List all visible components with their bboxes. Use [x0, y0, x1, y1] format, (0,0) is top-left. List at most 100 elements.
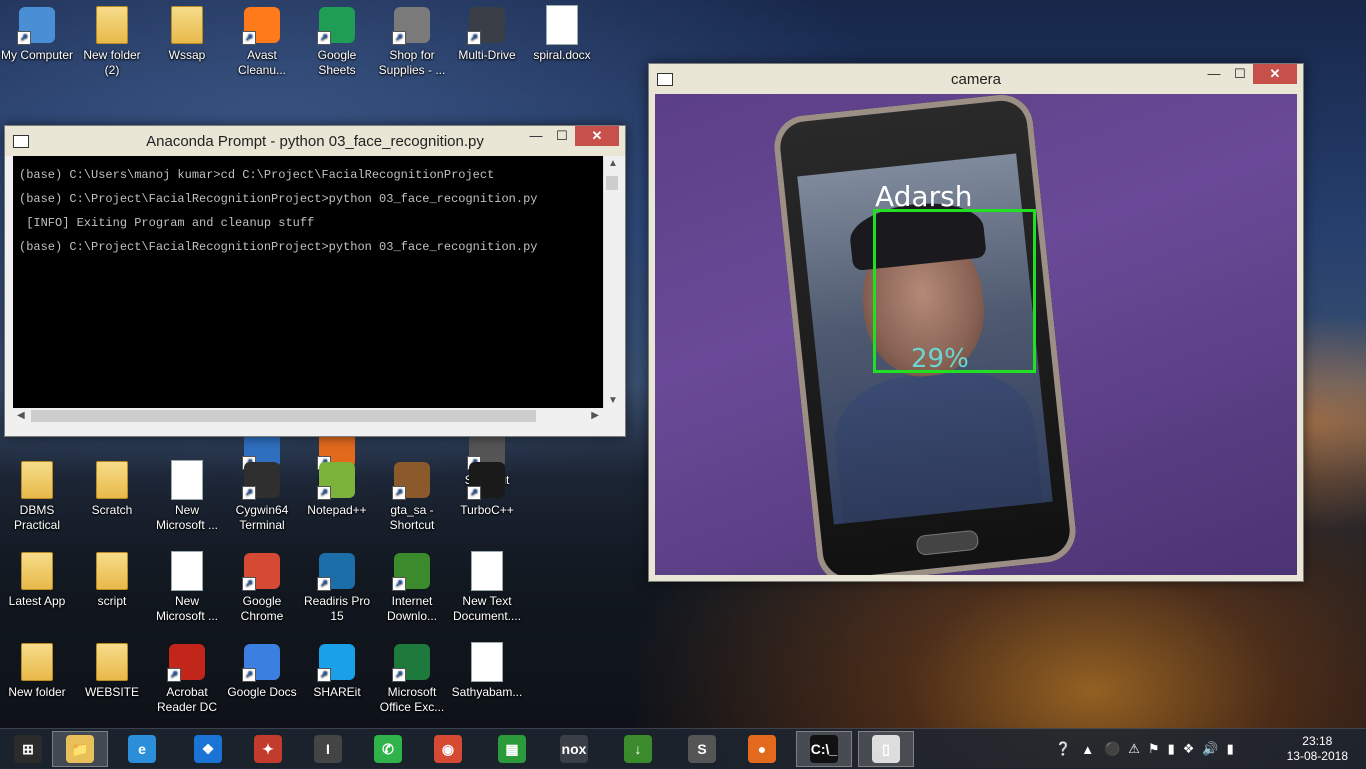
- desktop-icon[interactable]: ↗ Cygwin64 Terminal: [225, 460, 299, 533]
- desktop-icon[interactable]: ↗ Internet Downlo...: [375, 551, 449, 624]
- desktop-icon[interactable]: New folder: [0, 642, 74, 700]
- desktop-icon-label: Multi-Drive: [458, 48, 516, 62]
- anaconda-prompt-window[interactable]: Anaconda Prompt - python 03_face_recogni…: [4, 125, 626, 437]
- sublime-icon[interactable]: S: [674, 731, 730, 767]
- scroll-right-icon[interactable]: ▶: [591, 410, 599, 421]
- signal-icon[interactable]: ▮: [1168, 741, 1175, 757]
- maximize-button[interactable]: ☐: [1227, 64, 1253, 84]
- vertical-scrollbar[interactable]: ▲ ▼: [603, 156, 621, 408]
- desktop-icon[interactable]: ↗ My Computer: [0, 5, 74, 63]
- console-output[interactable]: (base) C:\Users\manoj kumar>cd C:\Projec…: [13, 156, 603, 408]
- minimize-button[interactable]: —: [1201, 64, 1227, 84]
- document-icon[interactable]: ▯: [858, 731, 914, 767]
- minimize-button[interactable]: —: [523, 126, 549, 146]
- desktop-icon[interactable]: Scratch: [75, 460, 149, 518]
- camera-window[interactable]: camera — ☐ ✕ Adarsh 29%: [648, 63, 1304, 582]
- desktop-icon[interactable]: Latest App: [0, 551, 74, 609]
- dropbox-tray-icon[interactable]: ❖: [1183, 741, 1195, 757]
- readiris-icon: ↗: [317, 551, 357, 591]
- desktop-icon-label: New Microsoft ...: [155, 594, 218, 623]
- desktop-icon-label: Avast Cleanu...: [237, 48, 287, 77]
- desktop-icon[interactable]: New Microsoft ...: [150, 551, 224, 624]
- puzzle-app-icon[interactable]: ✦: [240, 731, 296, 767]
- scroll-thumb[interactable]: [606, 176, 618, 190]
- phone-home-button: [915, 529, 980, 556]
- desktop-icon[interactable]: ↗ Microsoft Office Exc...: [375, 642, 449, 715]
- document-icon: ▯: [872, 735, 900, 763]
- shortcut-arrow-icon: ↗: [392, 577, 406, 591]
- desktop-icon-label: Google Sheets: [317, 48, 357, 77]
- folder-icon: [17, 551, 57, 591]
- scroll-up-icon[interactable]: ▲: [608, 158, 618, 169]
- desktop-icon[interactable]: ↗ Readiris Pro 15: [300, 551, 374, 624]
- idm-icon[interactable]: ↓: [610, 731, 666, 767]
- desktop-icon-label: New Text Document....: [452, 594, 522, 623]
- close-button[interactable]: ✕: [575, 126, 619, 146]
- avast-icon[interactable]: ⚫: [1104, 741, 1120, 757]
- terminal-icon: C:\_: [810, 735, 838, 763]
- terminal-icon[interactable]: C:\_: [796, 731, 852, 767]
- anaconda-titlebar[interactable]: Anaconda Prompt - python 03_face_recogni…: [5, 126, 625, 156]
- desktop-icon[interactable]: ↗ Acrobat Reader DC: [150, 642, 224, 715]
- horizontal-scrollbar[interactable]: ◀ ▶: [13, 408, 603, 425]
- desktop-icon-label: WEBSITE: [84, 685, 139, 699]
- desktop-icon[interactable]: ↗ Multi-Drive: [450, 5, 524, 63]
- desktop-icon[interactable]: Wssap: [150, 5, 224, 63]
- start-button[interactable]: ⊞: [0, 731, 56, 767]
- nox-icon[interactable]: nox: [546, 731, 602, 767]
- camera-titlebar[interactable]: camera — ☐ ✕: [649, 64, 1303, 94]
- desktop-icon[interactable]: ↗ TurboC++: [450, 460, 524, 518]
- idm-icon: ↗: [392, 551, 432, 591]
- firefox-icon[interactable]: ●: [734, 731, 790, 767]
- scroll-left-icon[interactable]: ◀: [17, 410, 25, 421]
- show-hidden-icons-icon[interactable]: ▲: [1081, 742, 1094, 757]
- store-icon[interactable]: ▦: [484, 731, 540, 767]
- clock[interactable]: 23:18 13-08-2018: [1287, 734, 1348, 764]
- dropbox-icon[interactable]: ❖: [180, 731, 236, 767]
- desktop-icon[interactable]: ↗ SHAREit: [300, 642, 374, 700]
- scroll-down-icon[interactable]: ▼: [608, 395, 618, 406]
- internet-explorer-icon[interactable]: e: [114, 731, 170, 767]
- close-button[interactable]: ✕: [1253, 64, 1297, 84]
- app-i-icon[interactable]: I: [300, 731, 356, 767]
- folder-icon: [167, 5, 207, 45]
- firefox-icon: ●: [748, 735, 776, 763]
- desktop-icon[interactable]: spiral.docx: [525, 5, 599, 63]
- desktop-icon[interactable]: ↗ Shop for Supplies - ...: [375, 5, 449, 78]
- battery-icon[interactable]: ▮: [1227, 741, 1234, 757]
- whatsapp-icon: ✆: [374, 735, 402, 763]
- shortcut-arrow-icon: ↗: [317, 486, 331, 500]
- chrome-icon[interactable]: ◉: [420, 731, 476, 767]
- scroll-thumb[interactable]: [31, 410, 536, 422]
- clock-time: 23:18: [1302, 734, 1333, 748]
- desktop-icon[interactable]: script: [75, 551, 149, 609]
- avast-cleanup-icon: ↗: [242, 5, 282, 45]
- shortcut-arrow-icon: ↗: [467, 31, 481, 45]
- network-warning-icon[interactable]: ⚠: [1128, 741, 1140, 757]
- desktop-icon[interactable]: Sathyabam...: [450, 642, 524, 700]
- flag-icon[interactable]: ⚑: [1148, 741, 1160, 757]
- console-line: [INFO] Exiting Program and cleanup stuff: [19, 216, 315, 230]
- text-document-icon: [467, 642, 507, 682]
- maximize-button[interactable]: ☐: [549, 126, 575, 146]
- desktop-icon[interactable]: New Microsoft ...: [150, 460, 224, 533]
- desktop-icon-label: Shop for Supplies - ...: [378, 48, 446, 77]
- desktop-icon[interactable]: ↗ gta_sa - Shortcut: [375, 460, 449, 533]
- desktop-icon[interactable]: ↗ Google Docs: [225, 642, 299, 700]
- desktop-icon[interactable]: DBMS Practical: [0, 460, 74, 533]
- desktop-icon[interactable]: New Text Document....: [450, 551, 524, 624]
- shortcut-arrow-icon: ↗: [17, 31, 31, 45]
- desktop-icon[interactable]: ↗ Google Chrome: [225, 551, 299, 624]
- help-icon[interactable]: ❔: [1055, 741, 1071, 757]
- whatsapp-icon[interactable]: ✆: [360, 731, 416, 767]
- desktop-icon[interactable]: New folder (2): [75, 5, 149, 78]
- desktop-icon[interactable]: ↗ Google Sheets: [300, 5, 374, 78]
- desktop-icon[interactable]: WEBSITE: [75, 642, 149, 700]
- desktop-icon-label: DBMS Practical: [13, 503, 60, 532]
- nox-icon: nox: [560, 735, 588, 763]
- desktop-icon[interactable]: ↗ Avast Cleanu...: [225, 5, 299, 78]
- folder-icon: [92, 5, 132, 45]
- volume-icon[interactable]: 🔊: [1202, 741, 1218, 757]
- file-explorer-icon[interactable]: 📁: [52, 731, 108, 767]
- desktop-icon[interactable]: ↗ Notepad++: [300, 460, 374, 518]
